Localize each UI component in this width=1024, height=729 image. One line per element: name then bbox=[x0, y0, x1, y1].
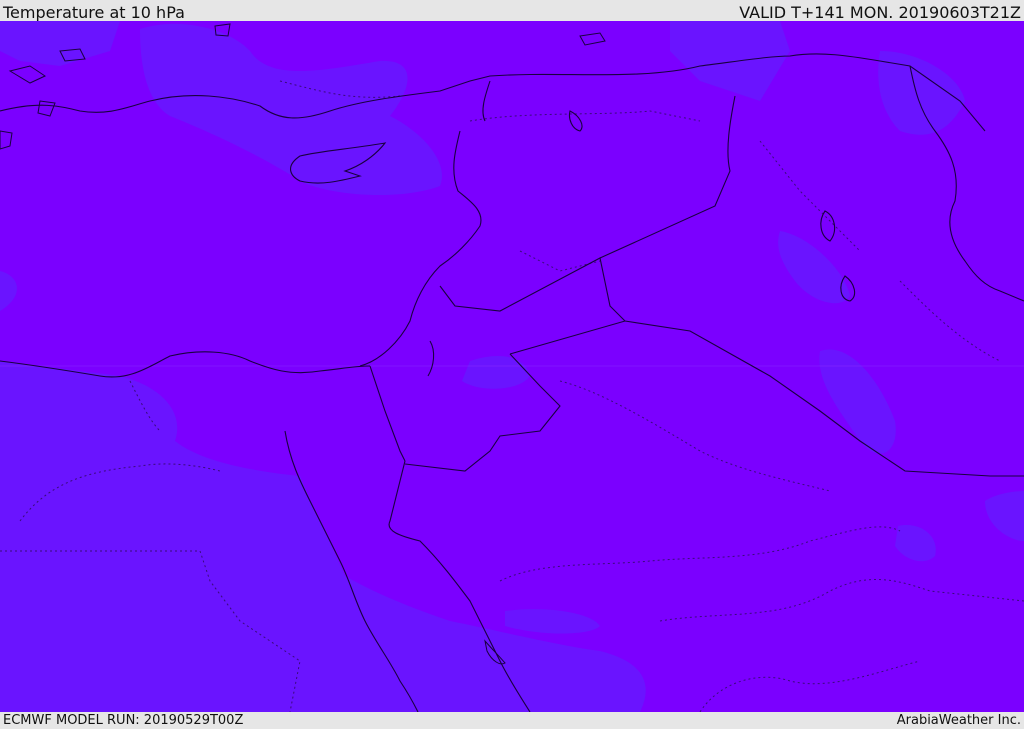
valid-time: VALID T+141 MON. 20190603T21Z bbox=[739, 3, 1021, 22]
map-footer: ECMWF MODEL RUN: 20190529T00Z ArabiaWeat… bbox=[0, 712, 1024, 729]
map-canvas bbox=[0, 21, 1024, 712]
weather-map[interactable] bbox=[0, 21, 1024, 712]
map-header: Temperature at 10 hPa VALID T+141 MON. 2… bbox=[0, 0, 1024, 22]
map-title: Temperature at 10 hPa bbox=[3, 3, 185, 22]
credit-label: ArabiaWeather Inc. bbox=[896, 713, 1021, 728]
model-run-label: ECMWF MODEL RUN: 20190529T00Z bbox=[3, 713, 244, 728]
